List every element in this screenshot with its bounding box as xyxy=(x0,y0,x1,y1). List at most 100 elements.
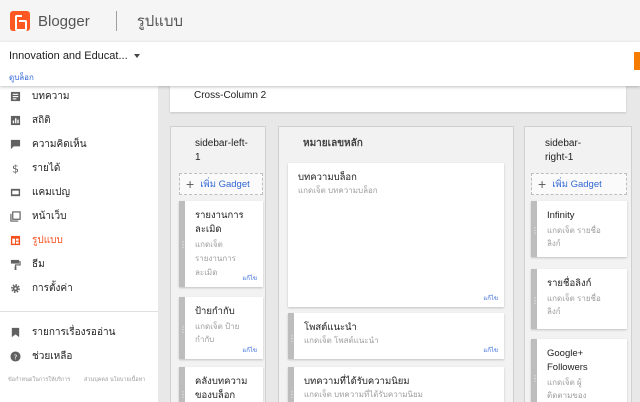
section-title: sidebar-left- xyxy=(195,138,248,149)
sidebar-item-label: รูปแบบ xyxy=(32,234,63,246)
edit-link[interactable]: แก้ไข xyxy=(483,345,498,355)
gadget-link-list[interactable]: รายชื่อลิงก์ แกดเจ็ต รายชื่อ ลิงก์ xyxy=(531,269,627,329)
blogger-logo-icon[interactable] xyxy=(10,11,30,31)
gadget-title: ป้ายกำกับ xyxy=(195,306,235,317)
blog-selector[interactable]: Innovation and Educat... xyxy=(9,50,140,62)
gadget-infinity[interactable]: Infinity แกดเจ็ต รายชื่อ ลิงก์ xyxy=(531,201,627,257)
stats-icon xyxy=(10,115,21,125)
gadget-google-followers[interactable]: Google+ Followers แกดเจ็ต ผู้ ติดตามของ xyxy=(531,339,627,402)
layout-icon xyxy=(10,235,21,245)
gadget-subtitle: แกดเจ็ต xyxy=(195,240,223,249)
add-gadget-label: เพิ่ม Gadget xyxy=(200,178,250,190)
add-gadget-button[interactable]: + เพิ่ม Gadget xyxy=(179,173,263,195)
view-blog-link[interactable]: ดูบล็อก xyxy=(9,71,34,84)
sidebar-item-label: การตั้งค่า xyxy=(32,282,73,294)
sidebar-item-settings[interactable]: การตั้งค่า xyxy=(0,276,158,300)
comments-icon xyxy=(10,139,21,149)
sidebar-item-help[interactable]: ? ช่วยเหลือ xyxy=(0,344,158,368)
blog-header: Innovation and Educat... ดูบล็อก xyxy=(0,42,640,86)
gadget-title: บทความที่ได้รับความนิยม xyxy=(304,376,410,387)
section-sidebar-right: sidebar- right-1 + เพิ่ม Gadget Infinity… xyxy=(524,126,632,402)
edit-link[interactable]: แก้ไข xyxy=(483,293,498,303)
gadget-labels[interactable]: ป้ายกำกับ แกดเจ็ต ป้าย กำกับ แก้ไข xyxy=(179,297,263,359)
sidebar-item-comments[interactable]: ความคิดเห็น xyxy=(0,132,158,156)
gadget-report-abuse[interactable]: รายงานการ ละเมิด แกดเจ็ต รายงานการ ละเมิ… xyxy=(179,201,263,287)
section-sidebar-left: sidebar-left- 1 + เพิ่ม Gadget รายงานการ… xyxy=(170,126,266,402)
add-gadget-button[interactable]: + เพิ่ม Gadget xyxy=(531,173,627,195)
gadget-subtitle: ติดตามของ xyxy=(547,391,587,400)
edit-link[interactable]: แก้ไข xyxy=(242,345,257,355)
gadget-subtitle: แกดเจ็ต บทความบล็อก xyxy=(298,186,378,195)
drag-handle[interactable] xyxy=(179,367,185,402)
drag-handle[interactable] xyxy=(179,201,185,287)
gadget-blog-archive[interactable]: คลังบทความ ของบล็อก xyxy=(179,367,263,402)
dollar-icon: $ xyxy=(12,163,19,174)
help-icon: ? xyxy=(10,350,21,362)
drag-handle[interactable] xyxy=(179,297,185,359)
publish-button-edge[interactable] xyxy=(634,52,640,70)
sidebar-item-reading-list[interactable]: รายการเรื่องรออ่าน xyxy=(0,320,158,344)
paint-roller-icon xyxy=(10,259,21,270)
gadget-subtitle: แกดเจ็ต บทความที่ได้รับความนิยม xyxy=(304,390,423,399)
sidebar-item-layout[interactable]: รูปแบบ xyxy=(0,228,158,252)
gadget-popular-posts[interactable]: บทความที่ได้รับความนิยม แกดเจ็ต บทความที… xyxy=(288,367,504,402)
gadget-subtitle: ลิงก์ xyxy=(547,239,561,248)
gadget-subtitle: ลิงก์ xyxy=(547,307,561,316)
section-title: Cross-Column 2 xyxy=(194,90,267,101)
sidebar-item-earnings[interactable]: $ รายได้ xyxy=(0,156,158,180)
sidebar-item-label: หน้าเว็บ xyxy=(32,210,67,222)
privacy-link[interactable]: ส่วนบุคคล นโยบายเนื้อหา xyxy=(84,376,150,384)
sidebar-item-label: รายได้ xyxy=(32,162,61,174)
sidebar: บทความ สถิติ ความคิดเห็น $ รายได้ แคมเปญ… xyxy=(0,86,158,402)
edit-link[interactable]: แก้ไข xyxy=(242,273,257,283)
add-gadget-label: เพิ่ม Gadget xyxy=(552,178,602,190)
sidebar-item-label: ช่วยเหลือ xyxy=(32,350,73,362)
sidebar-item-label: แคมเปญ xyxy=(32,186,71,198)
gadget-subtitle: รายงานการ xyxy=(195,254,236,263)
sidebar-item-posts[interactable]: บทความ xyxy=(0,84,158,108)
campaigns-icon xyxy=(10,188,21,196)
gadget-featured-post[interactable]: โพสต์แนะนำ แกดเจ็ต โพสต์แนะนำ แก้ไข xyxy=(288,313,504,359)
drag-handle[interactable] xyxy=(288,367,294,402)
sidebar-divider xyxy=(0,311,158,312)
cross-column-section[interactable]: Cross-Column 2 xyxy=(170,82,626,112)
terms-link[interactable]: ข้อกำหนดในการให้บริการ xyxy=(8,376,74,384)
gadget-title: รายงานการ xyxy=(195,210,244,221)
page-title: รูปแบบ xyxy=(136,13,183,30)
sidebar-item-stats[interactable]: สถิติ xyxy=(0,108,158,132)
gadget-title: บทความบล็อก xyxy=(298,172,357,183)
gadget-subtitle: แกดเจ็ต รายชื่อ xyxy=(547,294,601,303)
gadget-subtitle: กำกับ xyxy=(195,335,215,344)
gadget-title: ของบล็อก xyxy=(195,390,236,401)
drag-handle[interactable] xyxy=(531,339,537,402)
gadget-subtitle: แกดเจ็ต รายชื่อ xyxy=(547,226,601,235)
gadget-title: Google+ xyxy=(547,348,584,359)
gadget-blog-posts[interactable]: บทความบล็อก แกดเจ็ต บทความบล็อก แก้ไข xyxy=(288,163,504,307)
bookmark-icon xyxy=(11,327,20,337)
pages-icon xyxy=(10,210,21,222)
drag-handle[interactable] xyxy=(531,201,537,257)
gadget-title: Infinity xyxy=(547,210,575,221)
section-title: right-1 xyxy=(545,152,574,163)
svg-text:?: ? xyxy=(14,352,18,361)
sidebar-item-label: สถิติ xyxy=(32,114,51,126)
gadget-subtitle: ละเมิด xyxy=(195,268,218,277)
gadget-title: ละเมิด xyxy=(195,224,222,235)
gadget-title: โพสต์แนะนำ xyxy=(304,322,357,333)
drag-handle[interactable] xyxy=(531,269,537,329)
gadget-title: Followers xyxy=(547,362,588,373)
gadget-subtitle: แกดเจ็ต ผู้ xyxy=(547,378,582,387)
gear-icon xyxy=(11,283,20,293)
section-title: sidebar- xyxy=(545,138,582,149)
footer-links: ข้อกำหนดในการให้บริการ ส่วนบุคคล นโยบายเ… xyxy=(8,376,150,384)
brand-name[interactable]: Blogger xyxy=(38,13,90,30)
section-title: 1 xyxy=(195,152,201,163)
sidebar-item-label: บทความ xyxy=(32,90,70,102)
sidebar-item-pages[interactable]: หน้าเว็บ xyxy=(0,204,158,228)
plus-icon: + xyxy=(538,176,547,192)
gadget-title: รายชื่อลิงก์ xyxy=(547,278,592,289)
drag-handle[interactable] xyxy=(288,313,294,359)
caret-down-icon xyxy=(133,54,140,58)
sidebar-item-campaigns[interactable]: แคมเปญ xyxy=(0,180,158,204)
sidebar-item-theme[interactable]: ธีม xyxy=(0,252,158,276)
